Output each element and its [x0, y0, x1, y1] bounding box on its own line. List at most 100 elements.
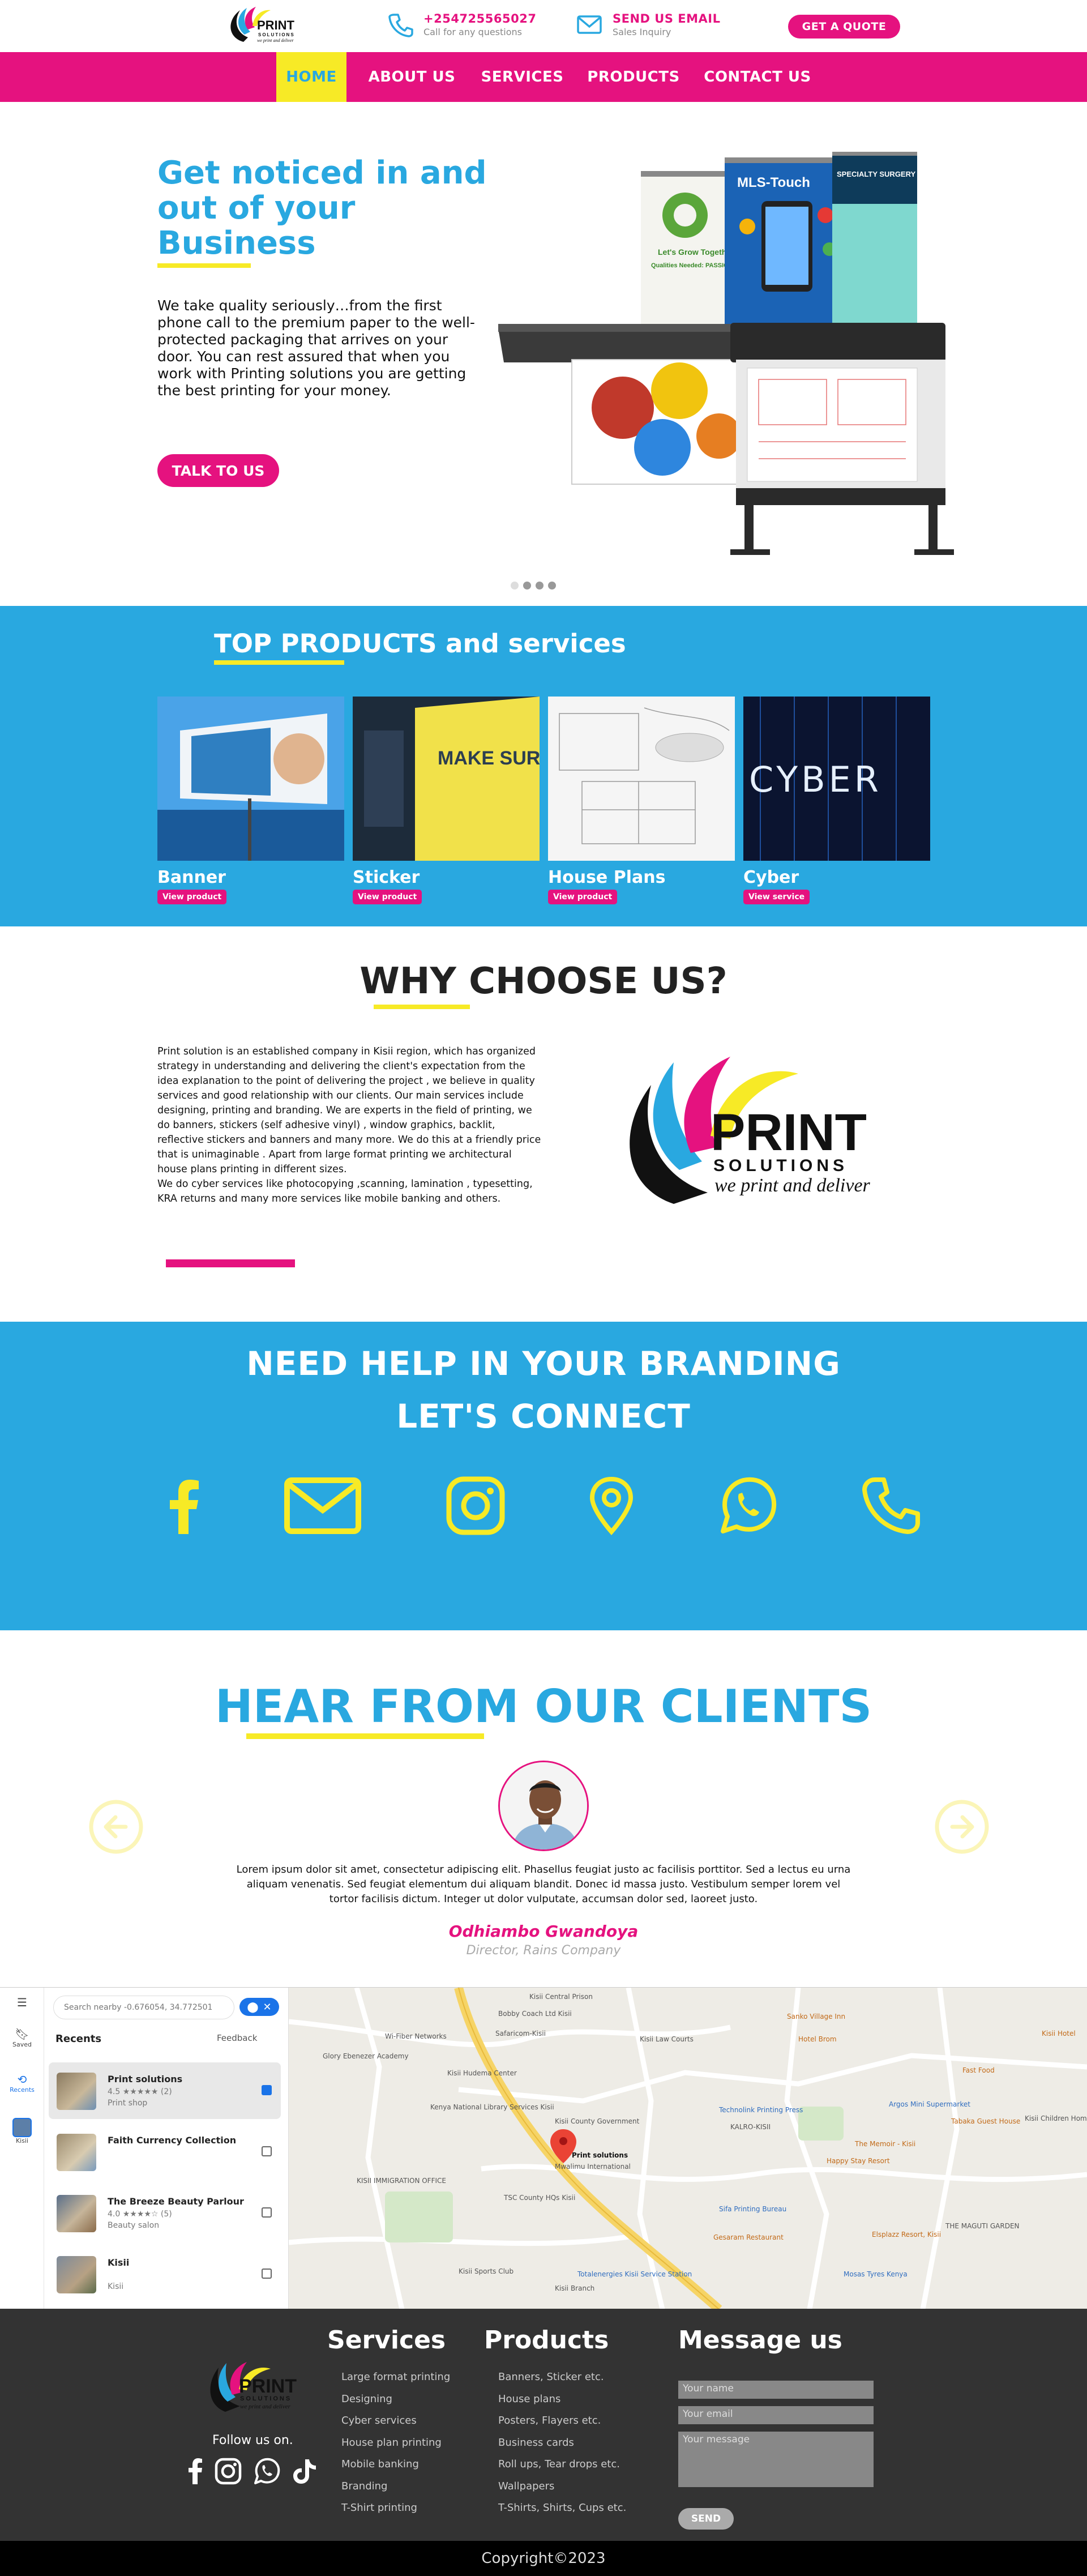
map-place-label[interactable]: Safaricom-Kisii: [495, 2030, 546, 2037]
location-pin-icon[interactable]: [572, 1475, 651, 1537]
phone-icon[interactable]: [852, 1475, 931, 1537]
email-input[interactable]: Your email: [678, 2406, 874, 2424]
place-checkbox[interactable]: [262, 2085, 272, 2095]
map-place-label[interactable]: Happy Stay Resort: [827, 2157, 890, 2165]
map-place-label[interactable]: Kenya National Library Services Kisii: [430, 2103, 554, 2111]
close-icon[interactable]: ✕: [263, 2001, 272, 2013]
map-place-label[interactable]: Argos Mini Supermarket: [889, 2100, 970, 2108]
map-place-label[interactable]: Mosas Tyres Kenya: [844, 2270, 908, 2278]
nav-about-us[interactable]: ABOUT US: [362, 52, 461, 102]
map-place-label[interactable]: Fast Food: [962, 2066, 995, 2074]
map-place-label[interactable]: Totalenergies Kisii Service Station: [577, 2270, 692, 2278]
site-logo[interactable]: PRINT SOLUTIONS we print and deliver: [222, 3, 307, 49]
footer-logo[interactable]: PRINT SOLUTIONS we print and deliver: [204, 2354, 303, 2416]
rail-kisii[interactable]: Kisii: [0, 2118, 44, 2144]
talk-to-us-button[interactable]: TALK TO US: [157, 454, 279, 487]
map-place-label[interactable]: KISII IMMIGRATION OFFICE: [357, 2177, 446, 2185]
tiktok-icon[interactable]: [290, 2457, 318, 2485]
map-place-label[interactable]: THE MAGUTI GARDEN: [945, 2222, 1020, 2230]
product-card-cyber[interactable]: CYBER Cyber View service: [743, 697, 930, 904]
map-search-input[interactable]: Search nearby -0.676054, 34.772501: [53, 1996, 234, 2019]
map-place-label[interactable]: Tabaka Guest House: [951, 2117, 1020, 2125]
footer-link[interactable]: Branding: [341, 2480, 450, 2502]
rail-recents[interactable]: ⟲ Recents: [0, 2073, 44, 2094]
email-label[interactable]: SEND US EMAIL: [613, 12, 720, 25]
map-place-label[interactable]: Hotel Brom: [798, 2035, 837, 2043]
map-place-label[interactable]: Kisii Children Home: [1025, 2114, 1087, 2122]
map-place-label[interactable]: The Memoir - Kisii: [854, 2140, 915, 2148]
map-place-label[interactable]: Glory Ebenezer Academy: [323, 2052, 409, 2060]
view-product-button[interactable]: View product: [548, 890, 618, 904]
map-place-label[interactable]: Kisii Central Prison: [529, 1993, 593, 2001]
rail-saved[interactable]: 🔖︎ Saved: [0, 2027, 44, 2048]
map-place-label[interactable]: Kisii Sports Club: [459, 2267, 513, 2275]
menu-icon[interactable]: ☰: [0, 1996, 44, 2009]
instagram-icon[interactable]: [436, 1475, 515, 1537]
map-place-label[interactable]: Kisii Hudema Center: [447, 2069, 517, 2077]
footer-link[interactable]: Mobile banking: [341, 2458, 450, 2480]
product-card-sticker[interactable]: MAKE SURE GREAT A Sticker View product: [353, 697, 643, 904]
slider-dot[interactable]: [548, 582, 556, 589]
instagram-icon[interactable]: [214, 2457, 242, 2485]
map-place-label[interactable]: Bobby Coach Ltd Kisii: [498, 2010, 572, 2018]
map-place-label[interactable]: Sanko Village Inn: [787, 2013, 845, 2020]
footer-link[interactable]: House plans: [498, 2393, 626, 2415]
map-location-chip[interactable]: ⬤ ✕: [239, 1998, 279, 2016]
nav-services[interactable]: SERVICES: [476, 52, 569, 102]
name-input[interactable]: Your name: [678, 2381, 874, 2399]
get-quote-button[interactable]: GET A QUOTE: [788, 15, 900, 39]
map-place-label[interactable]: Gesaram Restaurant: [713, 2233, 784, 2241]
map-place-label[interactable]: KALRO-KISII: [730, 2123, 771, 2131]
place-checkbox[interactable]: [262, 2269, 272, 2279]
footer-link[interactable]: T-Shirt printing: [341, 2502, 450, 2524]
product-card-house-plans[interactable]: House Plans View product: [548, 697, 735, 904]
map-place-label[interactable]: Print solutions: [572, 2151, 628, 2159]
footer-link[interactable]: T-Shirts, Shirts, Cups etc.: [498, 2502, 626, 2524]
message-textarea[interactable]: Your message: [678, 2432, 874, 2487]
footer-link[interactable]: House plan printing: [341, 2437, 450, 2459]
whatsapp-icon[interactable]: [708, 1475, 787, 1537]
view-product-button[interactable]: View product: [353, 890, 422, 904]
nav-home[interactable]: HOME: [276, 52, 346, 102]
google-map-embed[interactable]: ☰ 🔖︎ Saved ⟲ Recents Kisii Search nearby -…: [0, 1987, 1087, 2309]
footer-link[interactable]: Roll ups, Tear drops etc.: [498, 2458, 626, 2480]
phone-contact[interactable]: +254725565027 Call for any questions: [387, 11, 536, 37]
product-card-banner[interactable]: Banner View product: [157, 697, 344, 904]
nav-products[interactable]: PRODUCTS: [583, 52, 684, 102]
map-place-label[interactable]: Kisii Law Courts: [640, 2035, 694, 2043]
send-button[interactable]: SEND: [678, 2508, 734, 2530]
slider-dot[interactable]: [523, 582, 531, 589]
map-canvas[interactable]: Kisii Central Prison Bobby Coach Ltd Kisi…: [289, 1988, 1087, 2309]
nav-contact-us[interactable]: CONTACT US: [697, 52, 818, 102]
slider-dot[interactable]: [511, 582, 519, 589]
map-place-label[interactable]: Kisii Hotel: [1042, 2030, 1076, 2037]
footer-link[interactable]: Cyber services: [341, 2415, 450, 2437]
map-place-label[interactable]: Elsplazz Resort, Kisii: [872, 2231, 941, 2238]
feedback-link[interactable]: Feedback: [217, 2033, 257, 2043]
facebook-icon[interactable]: [181, 2457, 209, 2485]
place-checkbox[interactable]: [262, 2146, 272, 2156]
recent-item[interactable]: The Breeze Beauty Parlour 4.0 ★★★★☆ (5) …: [49, 2185, 281, 2241]
facebook-icon[interactable]: [144, 1475, 224, 1537]
footer-link[interactable]: Banners, Sticker etc.: [498, 2371, 626, 2393]
footer-link[interactable]: Large format printing: [341, 2371, 450, 2393]
recent-item[interactable]: Print solutions 4.5 ★★★★★ (2) Print shop: [49, 2062, 281, 2119]
map-place-label[interactable]: Sifa Printing Bureau: [719, 2205, 786, 2213]
recent-item[interactable]: Faith Currency Collection: [49, 2124, 281, 2180]
whatsapp-icon[interactable]: [253, 2457, 281, 2485]
slider-dot[interactable]: [536, 582, 544, 589]
map-place-label[interactable]: TSC County HQs Kisii: [503, 2194, 575, 2202]
map-place-label[interactable]: Kisii County Government: [555, 2117, 640, 2125]
footer-link[interactable]: Wallpapers: [498, 2480, 626, 2502]
arrow-right-icon[interactable]: [934, 1799, 990, 1855]
view-service-button[interactable]: View service: [743, 890, 810, 904]
place-checkbox[interactable]: [262, 2207, 272, 2218]
map-place-label[interactable]: Technolink Printing Press: [718, 2106, 803, 2114]
arrow-left-icon[interactable]: [88, 1799, 144, 1855]
mail-icon[interactable]: [283, 1475, 362, 1537]
phone-number[interactable]: +254725565027: [423, 12, 536, 25]
map-place-label[interactable]: Mwalimu International: [555, 2163, 631, 2171]
email-contact[interactable]: SEND US EMAIL Sales Inquiry: [576, 11, 720, 37]
recent-item[interactable]: Kisii Kisii: [49, 2246, 281, 2302]
view-product-button[interactable]: View product: [157, 890, 227, 904]
